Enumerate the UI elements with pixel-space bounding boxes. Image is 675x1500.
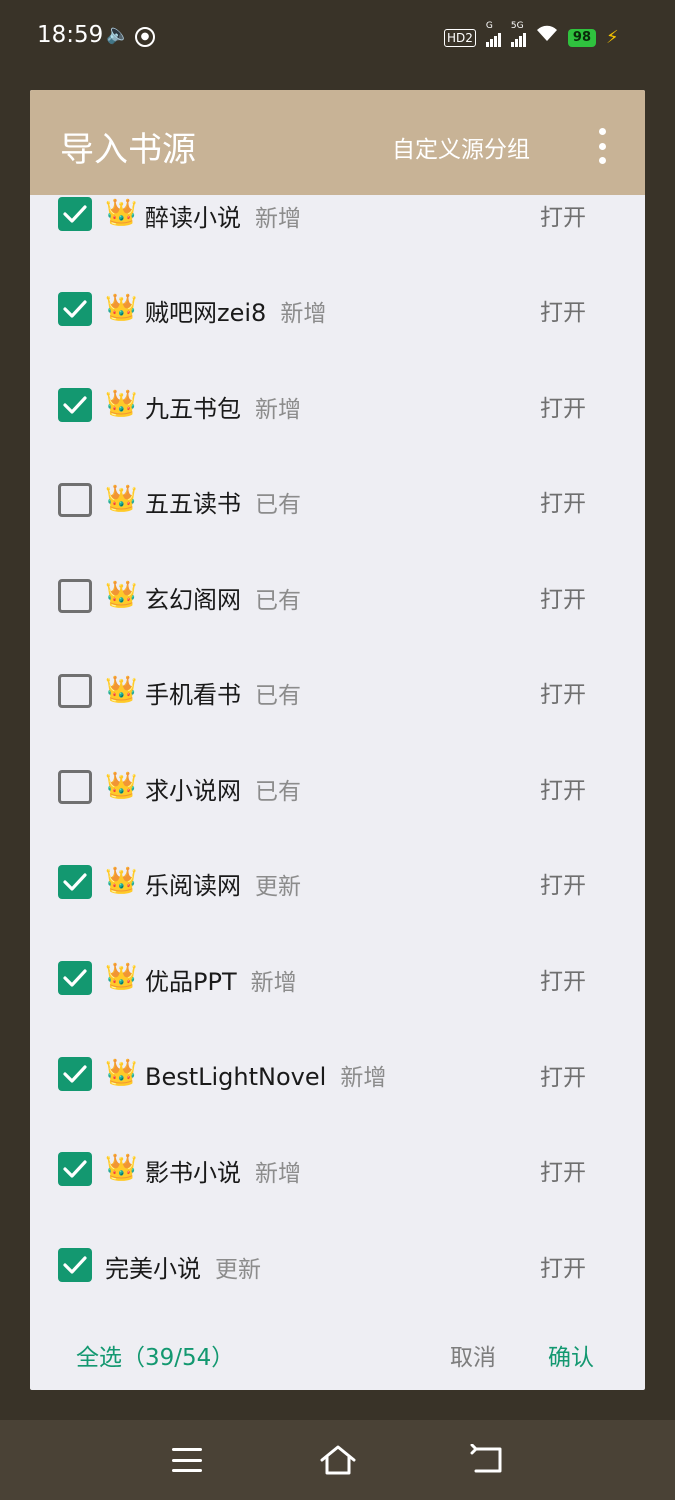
source-name: 手机看书: [145, 681, 241, 709]
more-vertical-icon[interactable]: [595, 128, 609, 164]
home-icon[interactable]: [319, 1444, 357, 1480]
list-item: 👑 优品PPT 新增 打开: [30, 946, 645, 1010]
menu-icon[interactable]: [172, 1448, 202, 1472]
crown-icon: 👑: [105, 1153, 138, 1183]
source-status: 新增: [280, 301, 327, 327]
crown-icon: 👑: [105, 389, 138, 419]
open-button[interactable]: 打开: [540, 962, 586, 996]
crown-icon: 👑: [105, 771, 138, 801]
confirm-button[interactable]: 确认: [548, 1338, 594, 1372]
list-item: 👑 BestLightNovel 新增 打开: [30, 1042, 645, 1106]
list-item: 👑 玄幻阁网 已有 打开: [30, 564, 645, 628]
source-name: 九五书包: [145, 395, 241, 423]
checkbox[interactable]: [58, 865, 92, 899]
crown-icon: 👑: [105, 484, 138, 514]
signal-icon: G: [485, 21, 501, 47]
source-status: 新增: [255, 1161, 301, 1187]
checkbox[interactable]: [58, 388, 92, 422]
source-status: 更新: [255, 874, 301, 900]
crown-icon: 👑: [105, 675, 138, 705]
crown-icon: 👑: [105, 293, 138, 323]
list-item: 👑 手机看书 已有 打开: [30, 659, 645, 723]
source-name: BestLightNovel: [145, 1063, 327, 1091]
list-item: 👑 九五书包 新增 打开: [30, 373, 645, 437]
status-indicators: HD2 G 5G 98 ⚡: [444, 21, 619, 48]
open-button[interactable]: 打开: [540, 293, 586, 327]
source-name: 五五读书: [145, 490, 241, 518]
select-all-button[interactable]: 全选（39/54）: [76, 1338, 234, 1372]
dialog-header: 导入书源 自定义源分组: [30, 90, 645, 195]
dialog-footer: 全选（39/54） 取消 确认: [30, 1330, 645, 1390]
list-item: 👑 醉读小说 新增 打开: [30, 195, 645, 246]
signal-5g-icon: 5G: [510, 21, 526, 47]
checkbox[interactable]: [58, 770, 92, 804]
source-status: 已有: [255, 492, 301, 518]
checkbox[interactable]: [58, 483, 92, 517]
list-item: 完美小说 更新 打开: [30, 1233, 645, 1297]
open-button[interactable]: 打开: [540, 484, 586, 518]
checkbox[interactable]: [58, 961, 92, 995]
custom-group-button[interactable]: 自定义源分组: [392, 130, 530, 164]
charging-icon: ⚡: [606, 27, 619, 48]
cast-icon: ●: [135, 27, 155, 47]
source-name: 优品PPT: [145, 968, 237, 996]
crown-icon: 👑: [105, 198, 138, 228]
checkbox[interactable]: [58, 1152, 92, 1186]
source-status: 新增: [255, 397, 301, 423]
open-button[interactable]: 打开: [540, 866, 586, 900]
volume-icon: 🔈: [106, 23, 130, 45]
battery-icon: 98: [567, 29, 596, 47]
open-button[interactable]: 打开: [540, 580, 586, 614]
list-item: 👑 乐阅读网 更新 打开: [30, 850, 645, 914]
checkbox[interactable]: [58, 292, 92, 326]
source-status: 已有: [255, 779, 301, 805]
checkbox[interactable]: [58, 674, 92, 708]
open-button[interactable]: 打开: [540, 1153, 586, 1187]
source-status: 已有: [255, 683, 301, 709]
cancel-button[interactable]: 取消: [450, 1338, 496, 1372]
open-button[interactable]: 打开: [540, 1249, 586, 1283]
source-status: 已有: [255, 588, 301, 614]
navigation-bar: [0, 1420, 675, 1500]
source-name: 贼吧网zei8: [145, 299, 267, 327]
checkbox[interactable]: [58, 1057, 92, 1091]
checkbox[interactable]: [58, 1248, 92, 1282]
open-button[interactable]: 打开: [540, 675, 586, 709]
source-name: 影书小说: [145, 1159, 241, 1187]
list-item: 👑 贼吧网zei8 新增 打开: [30, 277, 645, 341]
wifi-icon: [536, 24, 558, 47]
status-time: 18:59: [37, 22, 104, 48]
source-status: 新增: [255, 206, 301, 232]
source-name: 玄幻阁网: [145, 586, 241, 614]
source-name: 求小说网: [145, 777, 241, 805]
back-icon[interactable]: [470, 1443, 506, 1480]
open-button[interactable]: 打开: [540, 389, 586, 423]
source-name: 醉读小说: [145, 204, 241, 232]
source-status: 新增: [340, 1065, 387, 1091]
open-button[interactable]: 打开: [540, 771, 586, 805]
open-button[interactable]: 打开: [540, 1058, 586, 1092]
dialog-title: 导入书源: [60, 130, 196, 170]
list-item: 👑 影书小说 新增 打开: [30, 1137, 645, 1201]
source-status: 更新: [215, 1257, 261, 1283]
crown-icon: 👑: [105, 1058, 138, 1088]
source-name: 完美小说: [105, 1255, 201, 1283]
crown-icon: 👑: [105, 866, 138, 896]
list-item: 👑 求小说网 已有 打开: [30, 755, 645, 819]
crown-icon: 👑: [105, 962, 138, 992]
checkbox[interactable]: [58, 579, 92, 613]
open-button[interactable]: 打开: [540, 198, 586, 232]
status-bar: 18:59 🔈 ● HD2 G 5G 98 ⚡: [0, 0, 675, 72]
source-list[interactable]: 👑 醉读小说 新增 打开 👑 贼吧网zei8 新增 打开 👑 九五书包 新增 打…: [30, 195, 645, 1390]
source-name: 乐阅读网: [145, 872, 241, 900]
hd-icon: HD2: [444, 29, 476, 47]
list-item: 👑 五五读书 已有 打开: [30, 468, 645, 532]
checkbox[interactable]: [58, 197, 92, 231]
source-status: 新增: [250, 970, 297, 996]
import-source-dialog: 导入书源 自定义源分组 👑 醉读小说 新增 打开 👑 贼吧网zei8 新增 打开…: [30, 90, 645, 1390]
crown-icon: 👑: [105, 580, 138, 610]
